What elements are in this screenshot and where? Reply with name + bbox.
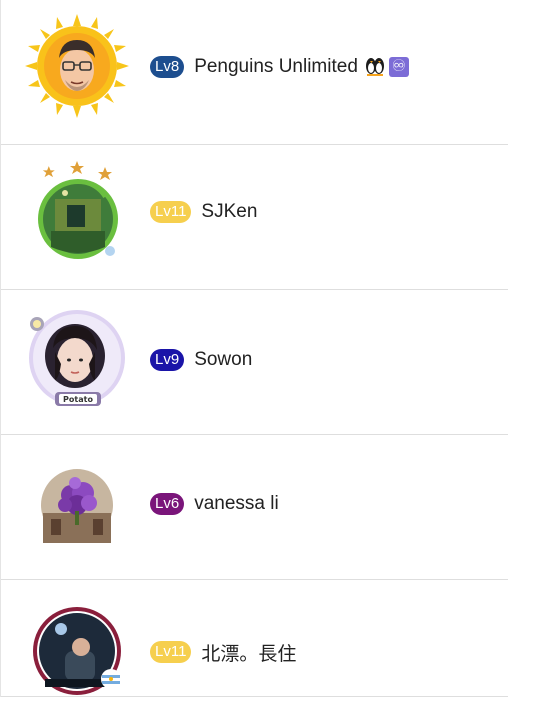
level-badge: Lv8 [150, 56, 185, 78]
username[interactable]: 北漂。長住 [201, 639, 296, 666]
user-row[interactable]: Potato Lv9 Sowon [1, 290, 508, 435]
astronaut-helmet-avatar: Potato [29, 310, 125, 406]
user-row[interactable]: Lv11 SJKen [1, 145, 508, 290]
penguins-emoji-icon [364, 54, 386, 81]
user-row[interactable]: Lv11 北漂。長住 [1, 580, 508, 697]
stars-frame-avatar [38, 161, 118, 259]
level-badge: Lv6 [150, 493, 185, 515]
infinity-emoji-icon: ♾ [388, 57, 409, 77]
flower-avatar [41, 469, 113, 543]
user-meta: Lv11 SJKen [150, 198, 257, 226]
avatar[interactable] [25, 161, 129, 265]
user-list: Lv8 Penguins Unlimited ♾ Lv11 SJKen Pota… [0, 0, 508, 697]
level-badge: Lv9 [150, 349, 185, 371]
user-row[interactable]: Lv6 vanessa li [1, 435, 508, 580]
night-scene-avatar [33, 607, 121, 695]
level-badge: Lv11 [150, 201, 192, 223]
user-meta: Lv8 Penguins Unlimited ♾ [150, 53, 409, 81]
username[interactable]: Penguins Unlimited [194, 56, 358, 78]
avatar-label: Potato [63, 395, 93, 404]
user-meta: Lv9 Sowon [150, 346, 252, 374]
username[interactable]: Sowon [194, 349, 252, 371]
level-badge: Lv11 [150, 641, 192, 663]
user-meta: Lv6 vanessa li [150, 490, 279, 518]
username[interactable]: vanessa li [194, 493, 279, 515]
avatar[interactable] [25, 605, 129, 709]
avatar[interactable] [25, 453, 129, 557]
avatar[interactable]: Potato [25, 308, 129, 412]
user-meta: Lv11 北漂。長住 [150, 638, 296, 666]
sun-frame-avatar [25, 14, 129, 118]
avatar[interactable] [25, 14, 129, 118]
username[interactable]: SJKen [201, 201, 257, 223]
user-row[interactable]: Lv8 Penguins Unlimited ♾ [1, 0, 508, 145]
